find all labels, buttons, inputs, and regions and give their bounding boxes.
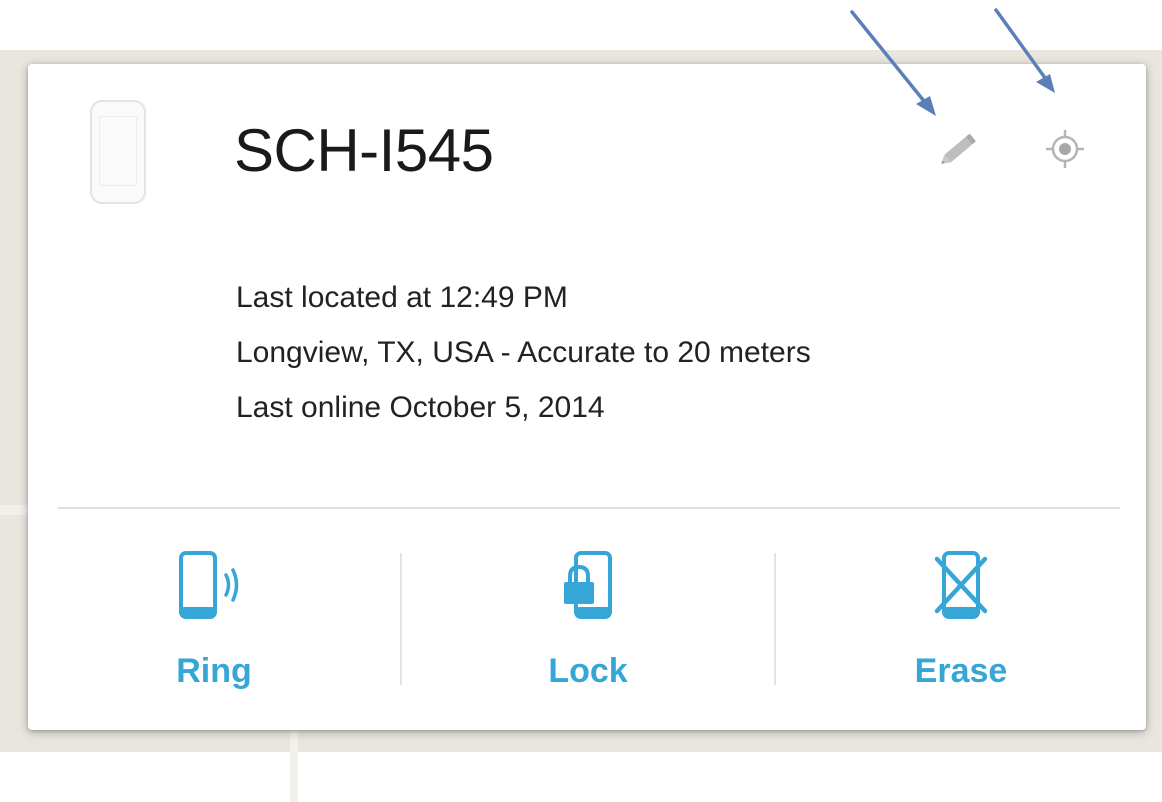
device-card: SCH-I545 Last located at 12:49 PM Longvi… — [28, 64, 1146, 730]
map-road — [0, 505, 28, 515]
device-name: SCH-I545 — [234, 117, 494, 184]
lock-label: Lock — [548, 652, 628, 690]
phone-ring-icon — [179, 551, 239, 619]
ring-button[interactable]: Ring — [28, 509, 400, 730]
map-road — [290, 730, 298, 802]
phone-lock-icon — [564, 551, 612, 619]
ring-label: Ring — [176, 652, 252, 690]
action-bar: Ring Lock Erase — [28, 509, 1146, 730]
location-text: Longview, TX, USA - Accurate to 20 meter… — [236, 336, 811, 369]
lock-button[interactable]: Lock — [402, 509, 774, 730]
pencil-icon — [941, 134, 976, 164]
edit-button[interactable] — [934, 124, 984, 174]
erase-button[interactable]: Erase — [776, 509, 1146, 730]
last-located-text: Last located at 12:49 PM — [236, 281, 568, 314]
erase-label: Erase — [914, 652, 1008, 690]
device-info: Last located at 12:49 PM Longview, TX, U… — [236, 270, 811, 435]
crosshair-icon — [1046, 130, 1084, 168]
device-thumbnail-icon — [90, 100, 146, 204]
last-online-text: Last online October 5, 2014 — [236, 391, 605, 424]
locate-button[interactable] — [1040, 124, 1090, 174]
phone-erase-icon — [934, 551, 988, 619]
